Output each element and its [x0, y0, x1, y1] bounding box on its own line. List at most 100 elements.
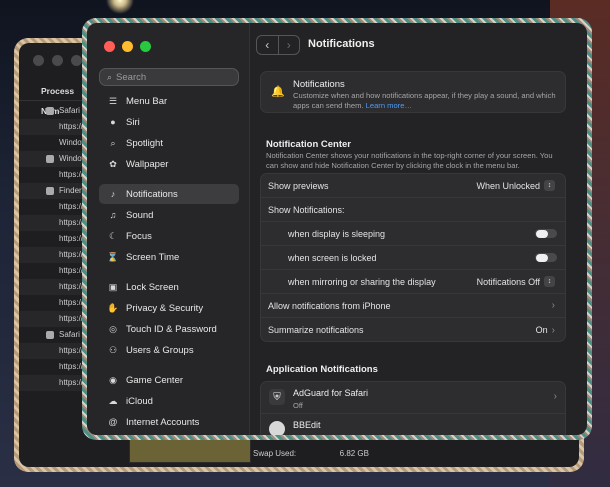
- moon-icon: ☾: [108, 230, 118, 241]
- toolbar: ‹ › Notifications: [250, 23, 587, 63]
- table-row[interactable]: https://: [19, 311, 89, 327]
- process-name: https://: [59, 250, 84, 259]
- fingerprint-icon: ◎: [109, 323, 117, 334]
- toggle-knob: [536, 229, 548, 238]
- speaker-icon: ♫: [109, 210, 117, 220]
- mirroring-label: when mirroring or sharing the display: [288, 276, 436, 287]
- chevron-right-icon: ›: [551, 300, 555, 311]
- main-pane: ‹ › Notifications 🔔 Notifications Custom…: [250, 23, 587, 435]
- screen-locked-label: when screen is locked: [288, 252, 377, 263]
- table-row[interactable]: https://: [19, 167, 89, 183]
- process-name-column-header[interactable]: Process Nam: [19, 81, 89, 116]
- app-name: AdGuard for Safari: [293, 388, 369, 398]
- sidebar-item-notifications[interactable]: ♪ Notifications: [99, 184, 239, 204]
- chevron-left-icon: ‹: [265, 38, 270, 52]
- show-previews-popup[interactable]: When Unlocked ↕: [476, 180, 555, 191]
- zoom-button[interactable]: [71, 55, 82, 66]
- swap-used-label: Swap Used:: [253, 448, 297, 458]
- header-card-title: Notifications: [293, 79, 345, 90]
- table-row[interactable]: https://: [19, 215, 89, 231]
- sidebar-item-siri[interactable]: ● Siri: [99, 112, 239, 132]
- show-previews-row[interactable]: Show previews When Unlocked ↕: [261, 174, 565, 198]
- spotlight-icon: ⌕: [110, 137, 116, 148]
- sidebar-item-game-center[interactable]: ◉ Game Center: [99, 370, 239, 390]
- chevron-right-icon: ›: [286, 38, 291, 52]
- close-button[interactable]: [104, 41, 115, 52]
- app-status: Off: [293, 401, 303, 410]
- allow-iphone-row[interactable]: Allow notifications from iPhone ›: [261, 294, 565, 318]
- minimize-button[interactable]: [52, 55, 63, 66]
- process-name: https://: [59, 234, 84, 243]
- sidebar-item-focus[interactable]: ☾ Focus: [99, 226, 239, 246]
- table-row[interactable]: Window: [19, 151, 89, 167]
- app-name: BBEdit: [293, 420, 321, 430]
- table-row[interactable]: https://: [19, 263, 89, 279]
- sidebar-item-lock-screen[interactable]: ▣ Lock Screen: [99, 277, 239, 297]
- sidebar-item-internet-accounts[interactable]: @ Internet Accounts: [99, 412, 239, 432]
- sidebar-item-spotlight[interactable]: ⌕ Spotlight: [99, 133, 239, 153]
- table-row[interactable]: https://: [19, 359, 89, 375]
- display-sleeping-toggle[interactable]: [535, 229, 557, 238]
- learn-more-link[interactable]: Learn more…: [366, 101, 412, 110]
- minimize-button[interactable]: [122, 41, 133, 52]
- sidebar-item-label: Lock Screen: [126, 281, 179, 293]
- process-name: https://: [59, 346, 84, 355]
- table-row[interactable]: Safari T: [19, 103, 89, 119]
- table-row[interactable]: Safari T: [19, 327, 89, 343]
- table-row[interactable]: https://: [19, 247, 89, 263]
- system-settings-window: ⌕ Search ☰ Menu Bar ● Siri ⌕ Spotlight ✿ Wallpa…: [82, 18, 592, 440]
- notification-center-settings: Show previews When Unlocked ↕ Show Notif…: [260, 173, 566, 342]
- screen-locked-toggle[interactable]: [535, 253, 557, 262]
- sidebar-item-label: Focus: [126, 230, 152, 242]
- search-input[interactable]: ⌕ Search: [99, 68, 239, 86]
- sidebar-item-label: Spotlight: [126, 137, 163, 149]
- table-row[interactable]: https://: [19, 295, 89, 311]
- sidebar-item-label: Touch ID & Password: [126, 323, 217, 335]
- process-name: https://: [59, 202, 84, 211]
- swap-used-value: 6.82 GB: [339, 448, 369, 458]
- wallpaper-icon: ✿: [109, 158, 117, 169]
- table-row[interactable]: https://: [19, 343, 89, 359]
- sidebar-item-wallpaper[interactable]: ✿ Wallpaper: [99, 154, 239, 174]
- display-sleeping-label: when display is sleeping: [288, 228, 386, 239]
- chevron-right-icon: ›: [553, 391, 557, 402]
- sidebar-item-sound[interactable]: ♫ Sound: [99, 205, 239, 225]
- zoom-button[interactable]: [140, 41, 151, 52]
- table-row[interactable]: https://: [19, 279, 89, 295]
- table-row[interactable]: Finder: [19, 183, 89, 199]
- back-button[interactable]: ‹: [257, 36, 278, 54]
- table-row[interactable]: https://: [19, 375, 89, 391]
- sidebar-item-privacy-security[interactable]: ✋ Privacy & Security: [99, 298, 239, 318]
- sidebar-item-touch-id-password[interactable]: ◎ Touch ID & Password: [99, 319, 239, 339]
- application-list: ⛨ AdGuard for Safari Off › BBEdit: [260, 381, 566, 435]
- updown-chevron-icon: ↕: [544, 180, 555, 191]
- application-notifications-title: Application Notifications: [266, 364, 378, 375]
- sidebar-item-label: iCloud: [126, 395, 153, 407]
- at-icon: @: [108, 417, 118, 427]
- process-name: https://: [59, 362, 84, 371]
- table-row[interactable]: Window: [19, 135, 89, 151]
- table-row[interactable]: https://: [19, 231, 89, 247]
- screen-locked-row: when screen is locked: [261, 246, 565, 270]
- finder-icon: [46, 187, 54, 195]
- bbedit-icon: [269, 421, 285, 435]
- sidebar-item-icloud[interactable]: ☁ iCloud: [99, 391, 239, 411]
- siri-icon: ●: [110, 117, 116, 127]
- sidebar-item-label: Sound: [126, 209, 154, 221]
- app-row-adguard[interactable]: ⛨ AdGuard for Safari Off ›: [261, 382, 565, 414]
- process-name: Finder: [59, 186, 82, 195]
- sidebar-item-screen-time[interactable]: ⌛ Screen Time: [99, 247, 239, 267]
- close-button[interactable]: [33, 55, 44, 66]
- sidebar-item-menu-bar[interactable]: ☰ Menu Bar: [99, 91, 239, 111]
- summarize-row[interactable]: Summarize notifications On ›: [261, 318, 565, 342]
- sidebar-item-users-groups[interactable]: ⚇ Users & Groups: [99, 340, 239, 360]
- table-row[interactable]: https://: [19, 119, 89, 135]
- table-row[interactable]: https://: [19, 199, 89, 215]
- app-row-bbedit[interactable]: BBEdit: [261, 414, 565, 435]
- process-list: Safari T https:// Window Window https:// Find…: [19, 103, 89, 391]
- mirroring-popup[interactable]: Notifications Off ↕: [477, 276, 555, 287]
- traffic-lights: [104, 41, 151, 52]
- forward-button[interactable]: ›: [277, 36, 300, 54]
- cloud-icon: ☁: [108, 395, 118, 406]
- shield-icon: ⛨: [269, 389, 285, 405]
